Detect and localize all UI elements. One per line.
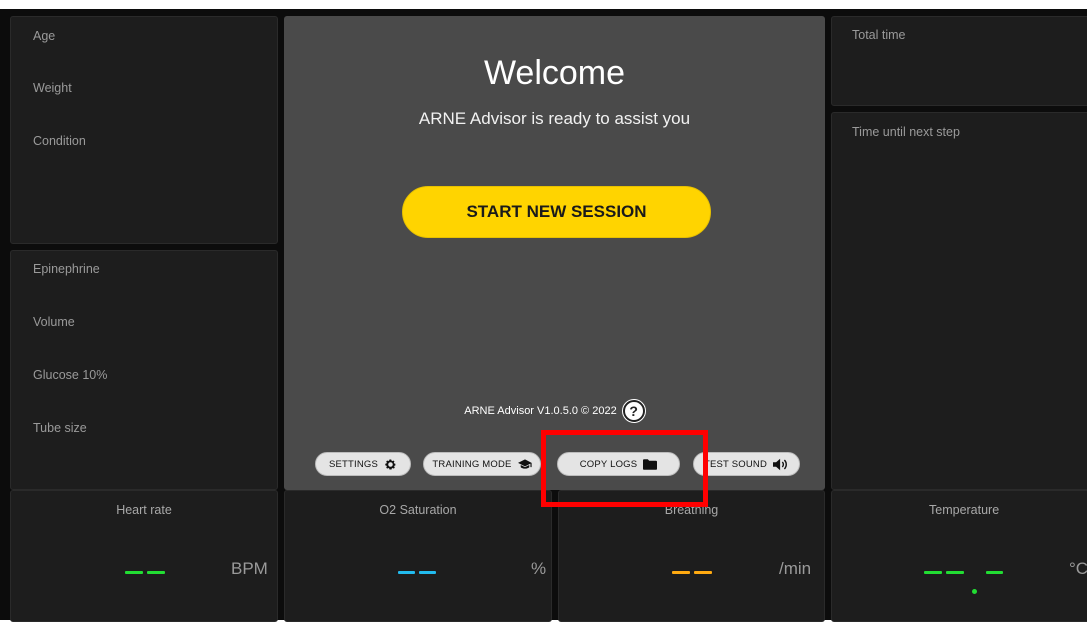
temperature-unit: °C — [1069, 559, 1087, 578]
heart-rate-unit: BPM — [231, 559, 268, 578]
temperature-decimal-dot — [972, 589, 977, 594]
patient-info-panel: Age Weight Condition — [10, 16, 278, 244]
welcome-panel: Welcome ARNE Advisor is ready to assist … — [284, 16, 825, 490]
settings-button-label: SETTINGS — [328, 458, 379, 470]
o2-dash-1 — [398, 571, 415, 574]
temperature-dash-1 — [924, 571, 942, 574]
volume-label: Volume — [33, 315, 75, 329]
test-sound-button-label: TEST SOUND — [703, 458, 768, 470]
heart-rate-title: Heart rate — [116, 503, 172, 517]
temperature-panel: Temperature °C — [831, 490, 1087, 622]
version-row: ARNE Advisor V1.0.5.0 © 2022 ? — [284, 399, 825, 423]
copy-logs-button-label: COPY LOGS — [579, 458, 638, 470]
graduation-cap-icon — [517, 459, 532, 469]
temperature-dash-3 — [986, 571, 1003, 574]
o2-saturation-panel: O2 Saturation % — [284, 490, 552, 622]
speaker-icon — [773, 458, 787, 470]
age-label: Age — [33, 29, 56, 43]
app-screen: Age Weight Condition Epinephrine Volume … — [0, 9, 1087, 622]
folder-icon — [643, 458, 658, 470]
o2-dash-2 — [419, 571, 436, 574]
training-mode-button-label: TRAINING MODE — [432, 458, 512, 470]
breathing-unit: /min — [779, 559, 812, 578]
copy-logs-button[interactable]: COPY LOGS — [557, 452, 680, 476]
welcome-title: Welcome — [483, 54, 626, 92]
temperature-title: Temperature — [929, 503, 1000, 517]
breathing-dash-1 — [672, 571, 690, 574]
temperature-dash-2 — [946, 571, 964, 574]
condition-label: Condition — [33, 134, 86, 148]
medication-panel: Epinephrine Volume Glucose 10% Tube size — [10, 250, 278, 490]
next-step-panel: Time until next step — [831, 112, 1087, 490]
test-sound-button[interactable]: TEST SOUND — [693, 452, 800, 476]
glucose-label: Glucose 10% — [33, 368, 108, 382]
next-step-label: Time until next step — [852, 125, 960, 139]
question-circle-icon[interactable]: ? — [621, 399, 646, 423]
gear-icon — [385, 459, 396, 470]
total-time-panel: Total time — [831, 16, 1087, 106]
settings-button[interactable]: SETTINGS — [315, 452, 411, 476]
welcome-subtitle: ARNE Advisor is ready to assist you — [418, 109, 691, 128]
breathing-dash-2 — [694, 571, 712, 574]
heart-rate-dash-1 — [125, 571, 143, 574]
heart-rate-panel: Heart rate BPM — [10, 490, 278, 622]
o2-saturation-title: O2 Saturation — [379, 503, 457, 517]
o2-saturation-unit: % — [531, 559, 547, 578]
heart-rate-dash-2 — [147, 571, 165, 574]
weight-label: Weight — [33, 81, 72, 95]
training-mode-button[interactable]: TRAINING MODE — [423, 452, 541, 476]
breathing-title: Breathing — [664, 503, 719, 517]
epinephrine-label: Epinephrine — [33, 262, 100, 276]
start-new-session-button[interactable]: START NEW SESSION — [402, 186, 711, 238]
version-text: ARNE Advisor V1.0.5.0 © 2022 — [464, 405, 617, 417]
total-time-label: Total time — [852, 28, 906, 42]
tube-size-label: Tube size — [33, 421, 87, 435]
breathing-panel: Breathing /min — [558, 490, 825, 622]
